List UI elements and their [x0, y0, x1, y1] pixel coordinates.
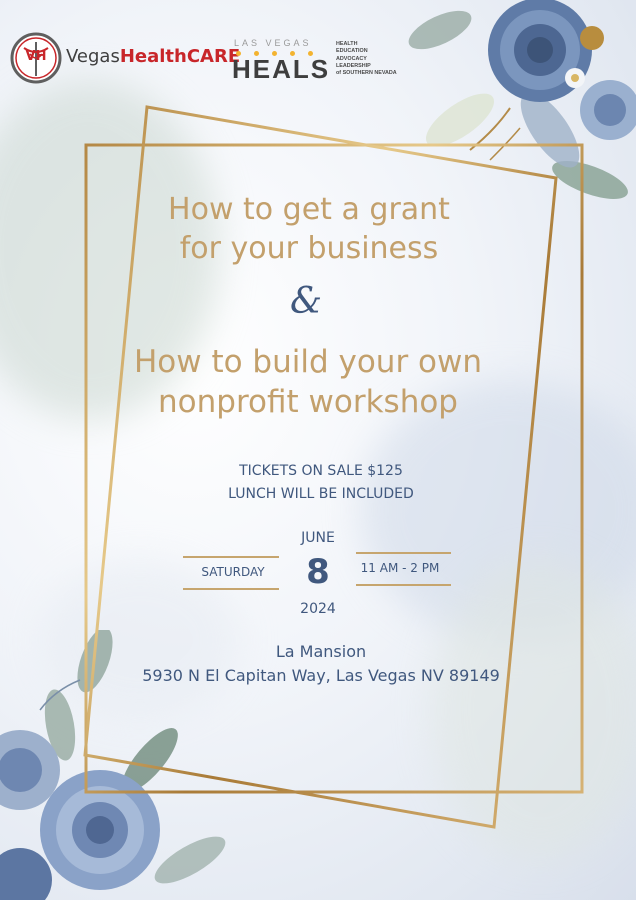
date-weekday: SATURDAY	[201, 565, 265, 579]
date-time: 11 AM - 2 PM	[360, 561, 440, 575]
heals-line: of SOUTHERN NEVADA	[336, 70, 397, 77]
vegas-healthcare-logo: VH VegasHealthCARE	[10, 32, 240, 84]
title-line-1: How to get a grant	[168, 192, 450, 227]
time-rule-top	[356, 552, 451, 554]
logo-initials: VH	[25, 49, 47, 64]
heals-top-label: LAS VEGAS	[234, 38, 312, 48]
heals-line: LEADERSHIP	[336, 62, 371, 69]
title-line-3: How to build your own	[133, 344, 483, 380]
flyer: VH VegasHealthCARE LAS VEGAS HEALS HEALT…	[0, 0, 636, 900]
ampersand: &	[289, 281, 323, 322]
date-day: 8	[306, 552, 330, 592]
weekday-rule-top	[183, 556, 279, 558]
tickets-line-2: LUNCH WILL BE INCLUDED	[228, 486, 414, 502]
venue-name: La Mansion	[275, 642, 367, 661]
weekday-rule-bottom	[183, 588, 279, 590]
heals-main-label: HEALS	[232, 54, 331, 84]
time-rule-bottom	[356, 584, 451, 586]
logo-word-vegas: Vegas	[66, 46, 120, 67]
heals-line: EDUCATION	[336, 48, 368, 55]
tickets-line-1: TICKETS ON SALE $125	[239, 463, 403, 479]
heals-line: ADVOCACY	[336, 55, 367, 62]
heals-acronym-list: HEALTH EDUCATION ADVOCACY LEADERSHIP of …	[336, 41, 422, 77]
title-line-2: for your business	[179, 231, 439, 266]
heals-line: HEALTH	[336, 41, 358, 47]
heals-logo: LAS VEGAS HEALS HEALTH EDUCATION ADVOCAC…	[232, 38, 422, 88]
logo-wordmark: VegasHealthCARE	[66, 46, 240, 67]
title-line-4: nonprofit workshop	[158, 384, 458, 420]
date-year: 2024	[300, 601, 336, 617]
logo-word-healthcare: HealthCARE	[119, 46, 241, 67]
gold-frame	[83, 105, 584, 829]
date-month: JUNE	[301, 530, 335, 546]
venue-address: 5930 N El Capitan Way, Las Vegas NV 8914…	[142, 666, 500, 685]
